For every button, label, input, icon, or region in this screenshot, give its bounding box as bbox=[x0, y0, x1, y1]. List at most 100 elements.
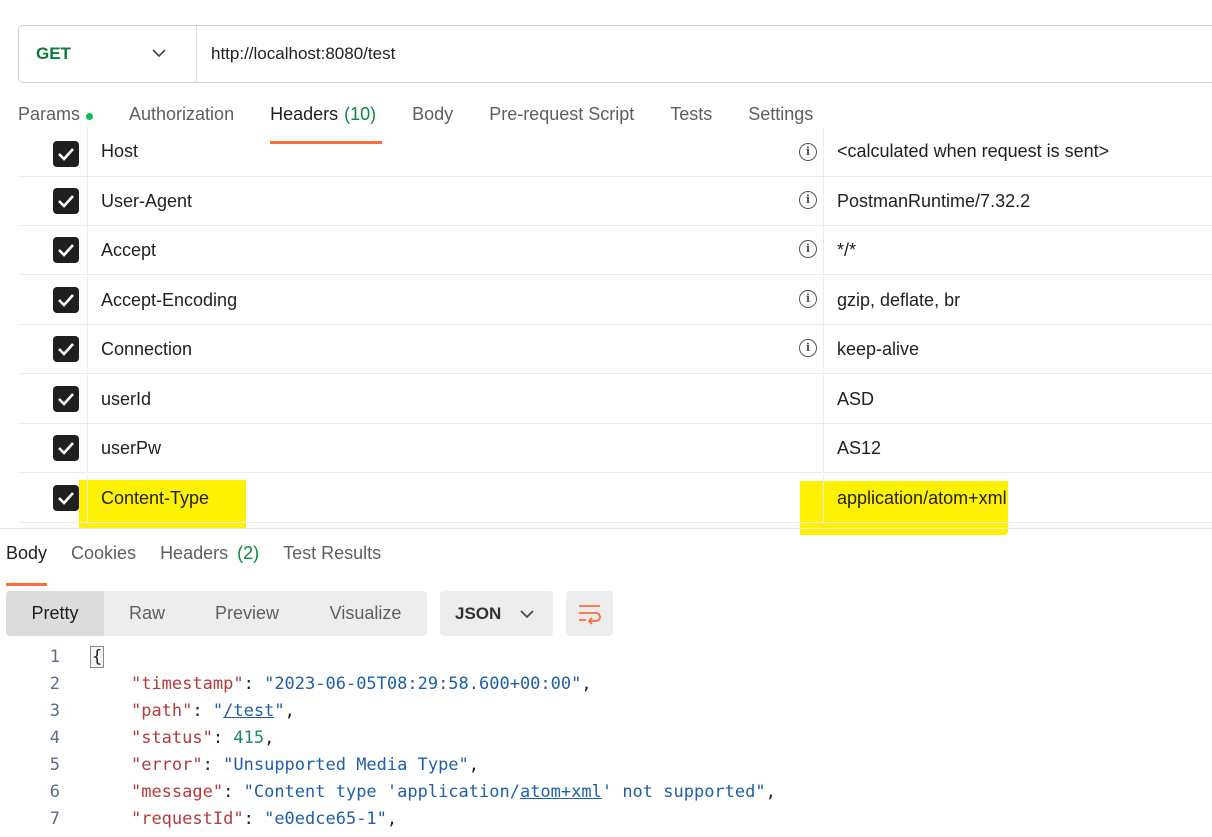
header-key[interactable]: User-Agent bbox=[101, 191, 192, 212]
tab-response-headers[interactable]: Headers (2) bbox=[160, 543, 259, 577]
tab-label: Pre-request Script bbox=[489, 104, 635, 124]
header-key[interactable]: Connection bbox=[101, 339, 192, 360]
line-number: 3 bbox=[49, 701, 60, 721]
tab-response-cookies[interactable]: Cookies bbox=[71, 543, 136, 577]
header-row-connection: Connection i keep-alive bbox=[19, 325, 1212, 374]
tab-label: Authorization bbox=[129, 104, 235, 124]
column-divider bbox=[823, 325, 824, 373]
column-divider bbox=[823, 177, 824, 225]
header-row-userpw: userPw AS12 bbox=[19, 424, 1212, 473]
params-active-dot bbox=[86, 113, 94, 120]
header-key[interactable]: userPw bbox=[101, 438, 161, 459]
response-divider bbox=[0, 528, 1212, 529]
header-checkbox[interactable] bbox=[53, 336, 79, 362]
header-checkbox[interactable] bbox=[53, 141, 79, 167]
checkbox-cell bbox=[19, 325, 88, 373]
json-key: status bbox=[141, 728, 203, 748]
tab-label: Settings bbox=[748, 104, 814, 124]
json-value: 2023-06-05T08:29:58.600+00:00 bbox=[274, 674, 572, 694]
header-key[interactable]: Host bbox=[101, 141, 138, 162]
json-key: message bbox=[141, 782, 213, 802]
info-icon[interactable]: i bbox=[799, 290, 817, 308]
view-raw-button[interactable]: Raw bbox=[104, 591, 190, 636]
view-mode-bar: Pretty Raw Preview Visualize bbox=[6, 591, 427, 636]
checkmark-icon bbox=[58, 442, 74, 455]
header-row-host: Host i <calculated when request is sent> bbox=[19, 128, 1212, 177]
view-visualize-button[interactable]: Visualize bbox=[304, 591, 427, 636]
header-checkbox[interactable] bbox=[53, 386, 79, 412]
wrap-lines-button[interactable] bbox=[566, 591, 613, 636]
column-divider bbox=[823, 276, 824, 324]
chevron-down-icon bbox=[152, 49, 166, 58]
info-icon[interactable]: i bbox=[799, 339, 817, 357]
column-divider bbox=[823, 424, 824, 472]
code-text: "message": "Content type 'application/at… bbox=[130, 782, 776, 802]
header-value[interactable]: keep-alive bbox=[837, 339, 919, 360]
json-key: error bbox=[141, 755, 193, 775]
checkbox-cell bbox=[19, 424, 88, 472]
column-divider bbox=[823, 375, 824, 423]
header-key[interactable]: Accept-Encoding bbox=[101, 290, 237, 311]
json-key: path bbox=[141, 701, 183, 721]
header-value[interactable]: AS12 bbox=[837, 438, 881, 459]
header-checkbox[interactable] bbox=[53, 188, 79, 214]
tab-response-test-results[interactable]: Test Results bbox=[283, 543, 381, 577]
header-row-userid: userId ASD bbox=[19, 375, 1212, 424]
checkbox-cell bbox=[19, 177, 88, 225]
tab-label: Test Results bbox=[283, 543, 382, 563]
tab-label: Tests bbox=[670, 104, 713, 124]
checkbox-cell bbox=[19, 474, 88, 522]
header-checkbox[interactable] bbox=[53, 287, 79, 313]
header-key[interactable]: Content-Type bbox=[101, 488, 209, 509]
header-checkbox[interactable] bbox=[53, 237, 79, 263]
header-value[interactable]: gzip, deflate, br bbox=[837, 290, 960, 311]
json-value-part: Content type 'application/ bbox=[253, 782, 520, 802]
view-preview-button[interactable]: Preview bbox=[190, 591, 304, 636]
tab-label: Body bbox=[412, 104, 454, 124]
header-key[interactable]: userId bbox=[101, 389, 151, 410]
request-url-bar: GET http://localhost:8080/test bbox=[18, 25, 1212, 83]
view-pretty-button[interactable]: Pretty bbox=[6, 591, 104, 636]
line-number: 6 bbox=[49, 782, 60, 802]
chevron-down-icon bbox=[520, 610, 534, 619]
json-value-part: ' not supported bbox=[601, 782, 756, 802]
checkmark-icon bbox=[58, 244, 74, 257]
checkmark-icon bbox=[58, 393, 74, 406]
method-label: GET bbox=[36, 44, 71, 63]
column-divider bbox=[823, 226, 824, 274]
tab-label: Headers bbox=[270, 104, 339, 124]
header-row-content-type: Content-Type application/atom+xml bbox=[19, 474, 1212, 523]
code-text: "error": "Unsupported Media Type", bbox=[130, 755, 480, 775]
method-select[interactable]: GET bbox=[19, 26, 197, 82]
header-row-user-agent: User-Agent i PostmanRuntime/7.32.2 bbox=[19, 177, 1212, 226]
checkmark-icon bbox=[58, 343, 74, 356]
header-value[interactable]: application/atom+xml bbox=[837, 488, 1007, 509]
header-key[interactable]: Accept bbox=[101, 240, 156, 261]
code-text: "timestamp": "2023-06-05T08:29:58.600+00… bbox=[130, 674, 592, 694]
info-icon[interactable]: i bbox=[799, 191, 817, 209]
response-tabs: Body Cookies Headers (2) Test Results bbox=[6, 543, 405, 586]
info-icon[interactable]: i bbox=[799, 143, 817, 161]
line-number: 4 bbox=[49, 728, 60, 748]
line-number: 5 bbox=[49, 755, 60, 775]
tab-response-body[interactable]: Body bbox=[6, 543, 48, 586]
header-value[interactable]: ASD bbox=[837, 389, 874, 410]
checkmark-icon bbox=[58, 195, 74, 208]
checkbox-cell bbox=[19, 375, 88, 423]
url-input[interactable]: http://localhost:8080/test bbox=[197, 44, 395, 64]
json-key: requestId bbox=[141, 809, 234, 829]
json-link-value[interactable]: atom+xml bbox=[520, 782, 602, 802]
header-value[interactable]: <calculated when request is sent> bbox=[837, 141, 1109, 162]
header-value[interactable]: PostmanRuntime/7.32.2 bbox=[837, 191, 1030, 212]
checkmark-icon bbox=[58, 294, 74, 307]
code-line: 6 "message": "Content type 'application/… bbox=[0, 782, 1212, 809]
info-icon[interactable]: i bbox=[799, 240, 817, 258]
format-select[interactable]: JSON bbox=[440, 591, 553, 636]
checkmark-icon bbox=[58, 492, 74, 505]
header-checkbox[interactable] bbox=[53, 435, 79, 461]
json-link-value[interactable]: /test bbox=[223, 701, 274, 721]
header-checkbox[interactable] bbox=[53, 485, 79, 511]
checkmark-icon bbox=[58, 148, 74, 161]
header-row-accept-encoding: Accept-Encoding i gzip, deflate, br bbox=[19, 276, 1212, 325]
header-value[interactable]: */* bbox=[837, 240, 856, 261]
